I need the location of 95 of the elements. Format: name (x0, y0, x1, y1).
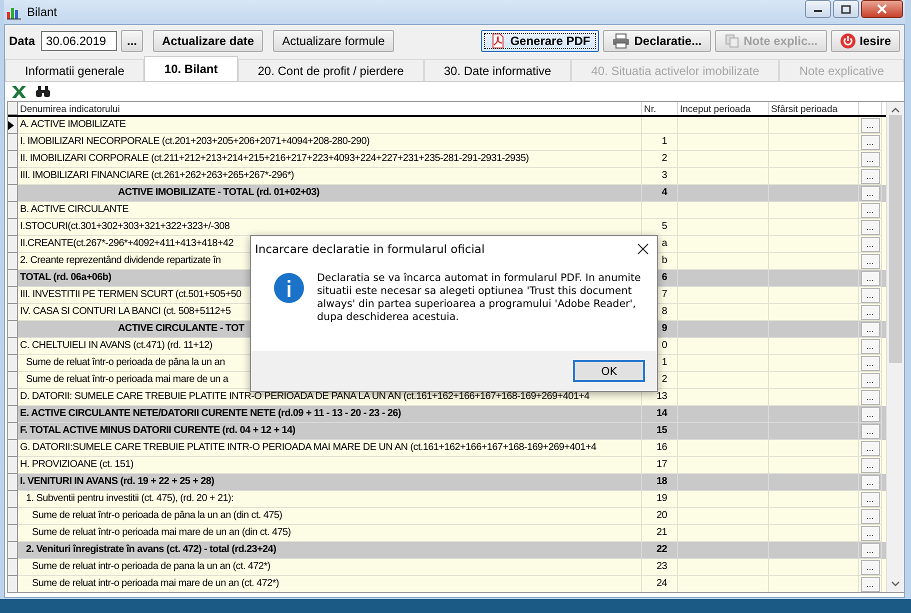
scrollbar-thumb[interactable] (889, 115, 902, 363)
row-button[interactable]: ... (860, 458, 880, 472)
row-header-cell[interactable] (8, 117, 18, 134)
row-header-cell[interactable] (8, 321, 18, 338)
close-button[interactable] (637, 243, 649, 255)
row-button[interactable]: ... (860, 508, 880, 524)
scroll-up-icon[interactable] (891, 107, 900, 113)
row-header-cell[interactable] (8, 576, 18, 592)
table-cell: 24 (642, 576, 678, 592)
row-header-cell[interactable] (8, 185, 18, 202)
row-button[interactable]: ... (860, 526, 880, 540)
date-label: Data (9, 34, 36, 48)
excel-icon[interactable] (11, 85, 27, 98)
row-header-cell[interactable] (8, 372, 18, 389)
close-icon (877, 4, 887, 14)
row-header-cell[interactable] (8, 542, 18, 559)
printer-icon (612, 33, 630, 49)
scroll-down-icon[interactable] (891, 581, 900, 587)
row-button[interactable]: ... (860, 474, 880, 490)
row-header-cell[interactable] (8, 423, 18, 440)
ok-button[interactable]: OK (573, 360, 645, 382)
row-header-cell[interactable] (8, 525, 18, 542)
column-header: Nr. (642, 102, 678, 115)
row-button[interactable]: ... (860, 406, 880, 422)
row-header-cell[interactable] (8, 491, 18, 508)
row-button[interactable]: ... (860, 492, 880, 506)
maximize-icon (841, 4, 851, 14)
tab[interactable]: 10. Bilant (144, 56, 238, 81)
date-field[interactable]: 30.06.2019 (41, 31, 118, 51)
date-picker-button[interactable]: ... (121, 30, 144, 52)
row-header-cell[interactable] (8, 287, 18, 304)
row-header-cell[interactable] (8, 474, 18, 491)
row-header-cell[interactable] (8, 559, 18, 576)
row-button[interactable]: ... (860, 440, 880, 456)
column-header: Denumirea indicatorului (18, 102, 642, 115)
table-cell: Sume de reluat intr-o perioada mai mare de un an (ct. 472*) (18, 576, 642, 592)
row-button[interactable]: ... (860, 202, 880, 218)
info-icon (273, 272, 305, 304)
row-header-cell[interactable] (8, 406, 18, 423)
current-row-icon (8, 120, 14, 130)
row-header-cell[interactable] (8, 202, 18, 219)
row-button[interactable]: ... (860, 372, 880, 388)
row-button[interactable]: ... (860, 254, 880, 268)
row-button[interactable]: ... (860, 118, 880, 132)
row-button[interactable]: ... (860, 134, 880, 150)
row-header-cell[interactable] (8, 253, 18, 270)
toolbar-button[interactable]: Iesire (830, 30, 900, 52)
row-button[interactable]: ... (860, 152, 880, 166)
notes-icon (724, 33, 740, 49)
row-button[interactable]: ... (860, 576, 880, 592)
toolbar-button[interactable]: Declaratie... (603, 30, 711, 52)
row-header-cell[interactable] (8, 338, 18, 355)
tab[interactable]: Informatii generale (5, 59, 144, 81)
toolbar-button[interactable]: Actualizare formule (273, 30, 394, 52)
row-button[interactable]: ... (860, 220, 880, 234)
row-button[interactable]: ... (860, 338, 880, 354)
toolbar-button[interactable]: Generare PDF (481, 30, 600, 52)
window-title: Bilant (27, 5, 58, 19)
row-header-cell[interactable] (8, 355, 18, 372)
row-header-cell[interactable] (8, 457, 18, 474)
pdf-icon (490, 33, 506, 49)
row-header-cell[interactable] (8, 151, 18, 168)
maximize-button[interactable] (833, 0, 859, 18)
toolbar-button[interactable]: Actualizare date (153, 30, 264, 52)
row-header-cell[interactable] (8, 508, 18, 525)
row-header-cell[interactable] (8, 270, 18, 287)
close-icon (637, 243, 649, 255)
row-header-cell[interactable] (8, 440, 18, 457)
tab[interactable]: 30. Date informative (424, 59, 572, 81)
row-header-cell[interactable] (8, 219, 18, 236)
power-icon (840, 33, 856, 49)
row-button[interactable]: ... (860, 322, 880, 336)
row-header-cell[interactable] (8, 304, 18, 321)
column-header: Inceput perioada (678, 102, 769, 115)
row-button[interactable]: ... (860, 186, 880, 200)
tab[interactable]: 20. Cont de profit / pierdere (238, 59, 424, 81)
row-button[interactable]: ... (860, 356, 880, 370)
row-header-cell[interactable] (8, 389, 18, 406)
column-header: Sfârsit perioada (769, 102, 859, 115)
row-button[interactable]: ... (860, 236, 880, 252)
row-header-cell[interactable] (8, 134, 18, 151)
close-button[interactable] (861, 0, 903, 18)
row-button[interactable]: ... (860, 542, 880, 558)
row-button[interactable]: ... (860, 304, 880, 320)
minimize-button[interactable] (805, 0, 831, 18)
row-header-cell[interactable] (8, 236, 18, 253)
row-button[interactable]: ... (860, 168, 880, 184)
row-header-cell[interactable] (8, 168, 18, 185)
dialog-title: Incarcare declaratie in formularul oficial (255, 242, 485, 256)
row-button[interactable]: ... (860, 270, 880, 286)
binoculars-icon[interactable] (35, 85, 51, 98)
row-button[interactable]: ... (860, 560, 880, 574)
row-button[interactable]: ... (860, 288, 880, 302)
row-button[interactable]: ... (860, 424, 880, 438)
row-button[interactable]: ... (860, 390, 880, 404)
